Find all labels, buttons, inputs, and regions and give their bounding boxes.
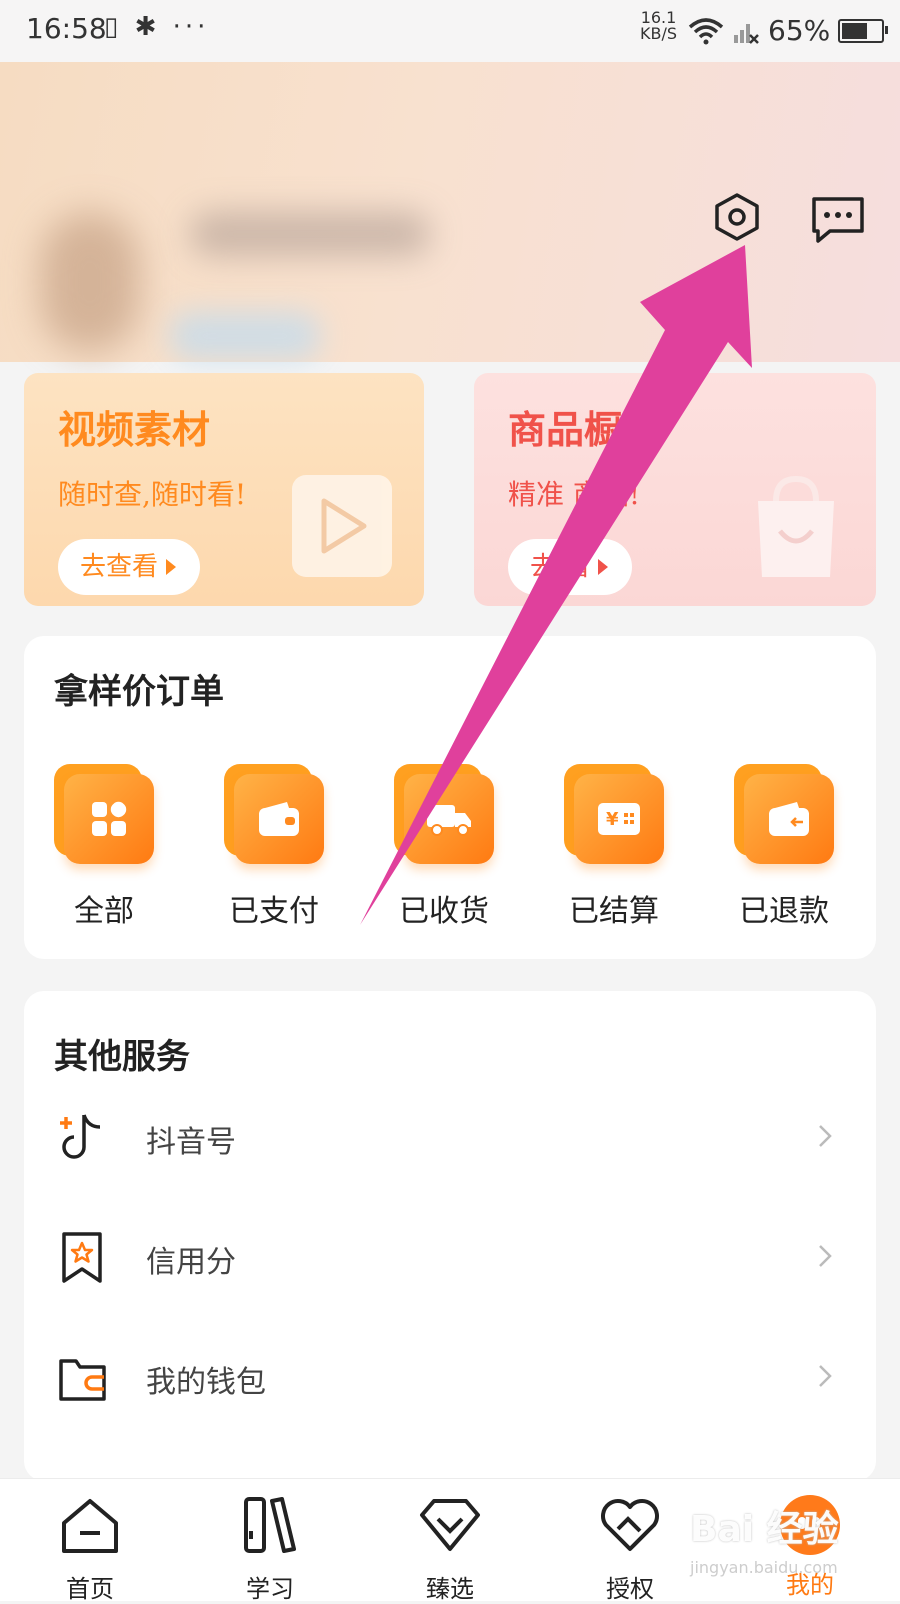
promo-view-button[interactable]: 去查看 (58, 539, 201, 595)
watermark-logo: Bai 经验 (690, 1509, 839, 1550)
order-label: 全部 (74, 894, 134, 929)
ticket-icon: ¥ (564, 764, 664, 864)
refund-wallet-icon (734, 764, 834, 864)
status-notification-icons: ▯ ✱ ··· (104, 12, 210, 42)
promo-video-materials[interactable]: 视频素材 随时查,随时看! 去查看 (24, 373, 424, 606)
nav-learn[interactable]: 学习 (210, 1493, 330, 1604)
order-all[interactable]: 全部 (44, 764, 164, 930)
chevron-right-icon (819, 1245, 832, 1267)
nav-home[interactable]: 首页 (30, 1493, 150, 1604)
network-speed-unit: KB/S (640, 24, 678, 43)
home-icon (62, 1499, 118, 1553)
order-settled[interactable]: ¥ 已结算 (554, 764, 674, 930)
grid-icon (54, 764, 154, 864)
nav-label: 学习 (246, 1575, 294, 1603)
sample-orders-card: 拿样价订单 全部 已支付 已收货 ¥ 已结算 已退款 (24, 636, 876, 959)
promo-button-label: 去 看 (530, 552, 591, 582)
gem-icon (420, 1499, 480, 1551)
order-label: 已支付 (229, 894, 319, 929)
wallet-folder-icon (59, 1359, 106, 1401)
service-label: 我的钱包 (146, 1365, 266, 1400)
order-label: 已退款 (739, 894, 829, 929)
battery-percent: 65% (768, 14, 831, 47)
service-row-douyin[interactable]: 抖音号 (24, 1087, 876, 1187)
promo-title: 商品橱 (508, 407, 623, 452)
tiktok-icon (60, 1114, 101, 1159)
promo-subtitle: 精准 商品! (508, 478, 641, 511)
wifi-icon (688, 17, 724, 44)
signal-icon (734, 23, 759, 44)
order-label: 已结算 (569, 894, 659, 929)
nav-label: 臻选 (426, 1575, 474, 1603)
play-icon (292, 475, 392, 577)
service-row-wallet[interactable]: 我的钱包 (24, 1327, 876, 1427)
nav-featured[interactable]: 臻选 (390, 1493, 510, 1604)
battery-level (842, 22, 867, 39)
shopping-bag-icon (758, 475, 834, 577)
service-label: 抖音号 (146, 1125, 236, 1160)
triangle-right-icon (166, 559, 177, 575)
promo-view-button[interactable]: 去 看 (508, 539, 633, 595)
orders-title: 拿样价订单 (54, 672, 224, 712)
promo-product-showcase[interactable]: 商品橱 精准 商品! 去 看 (474, 373, 876, 606)
user-tag-blurred (170, 312, 320, 360)
order-refunded[interactable]: 已退款 (724, 764, 844, 930)
order-label: 已收货 (399, 894, 489, 929)
service-row-credit[interactable]: 信用分 (24, 1207, 876, 1307)
nav-label: 授权 (606, 1575, 654, 1603)
order-received[interactable]: 已收货 (384, 764, 504, 930)
avatar[interactable] (40, 212, 140, 352)
credit-badge-icon (62, 1232, 102, 1283)
status-right: 65% (688, 14, 889, 47)
status-time: 16:58 (26, 12, 107, 45)
promo-title: 视频素材 (58, 407, 211, 452)
profile-header (0, 62, 900, 362)
battery-icon (838, 18, 889, 43)
other-services-card: 其他服务 抖音号 信用分 我的钱包 (24, 991, 876, 1481)
chevron-right-icon (819, 1125, 832, 1147)
truck-icon (394, 764, 494, 864)
nav-authorize[interactable]: 授权 (570, 1493, 690, 1604)
promo-subtitle: 随时查,随时看! (58, 478, 247, 511)
order-paid[interactable]: 已支付 (214, 764, 334, 930)
triangle-right-icon (598, 559, 609, 575)
settings-icon[interactable] (712, 192, 762, 242)
books-icon (244, 1497, 296, 1553)
watermark-url: jingyan.baidu.com (690, 1558, 838, 1577)
wallet-icon (224, 764, 324, 864)
message-icon[interactable] (810, 195, 866, 245)
svg-text:¥: ¥ (606, 809, 619, 830)
chevron-right-icon (819, 1365, 832, 1387)
status-bar: 16:58 ▯ ✱ ··· 16.1 KB/S 65% (0, 0, 900, 62)
promo-button-label: 去查看 (80, 552, 159, 582)
services-title: 其他服务 (54, 1037, 190, 1077)
heart-handshake-icon (601, 1499, 659, 1551)
service-label: 信用分 (146, 1245, 236, 1280)
nav-label: 首页 (66, 1575, 114, 1603)
username-blurred (190, 212, 430, 256)
network-speed: 16.1 KB/S (640, 10, 677, 42)
